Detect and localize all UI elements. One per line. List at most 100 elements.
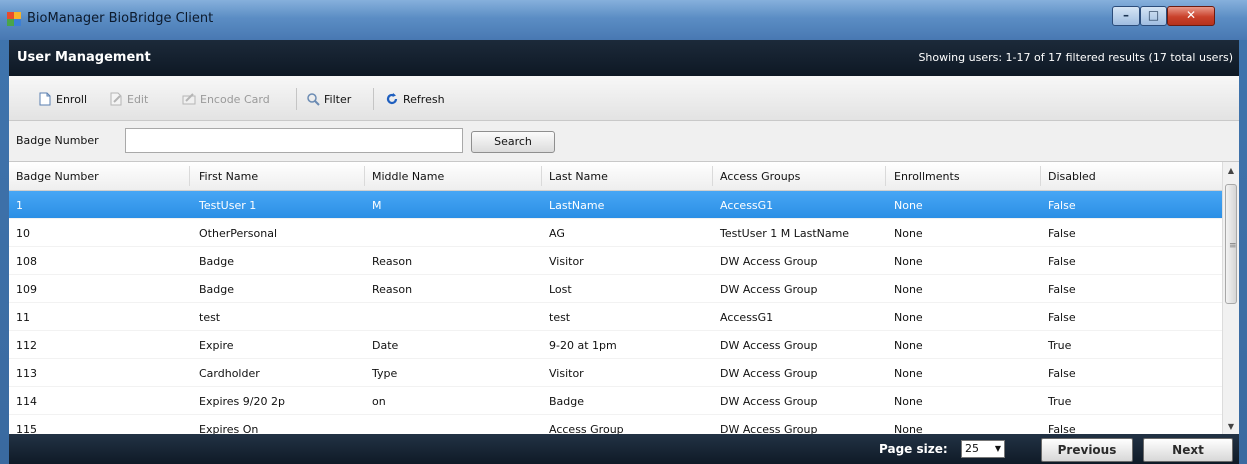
pencil-card-icon xyxy=(182,93,196,105)
column-header-last-name[interactable]: Last Name xyxy=(549,170,608,183)
table-header: Badge Number First Name Middle Name Last… xyxy=(9,162,1222,191)
cell-last-name: Lost xyxy=(549,283,572,296)
cell-middle-name: on xyxy=(372,395,386,408)
cell-last-name: Visitor xyxy=(549,255,584,268)
column-divider[interactable] xyxy=(712,166,713,186)
scroll-down-arrow-icon[interactable]: ▼ xyxy=(1223,418,1239,435)
cell-disabled: True xyxy=(1048,395,1072,408)
cell-last-name: 9-20 at 1pm xyxy=(549,339,617,352)
edit-button[interactable]: Edit xyxy=(109,89,148,109)
cell-first-name: Expires 9/20 2p xyxy=(199,395,285,408)
table-row[interactable]: 113 Cardholder Type Visitor DW Access Gr… xyxy=(9,359,1222,387)
cell-middle-name: Reason xyxy=(372,283,413,296)
cell-badge-number: 114 xyxy=(16,395,37,408)
cell-enrollments: None xyxy=(894,367,923,380)
cell-badge-number: 108 xyxy=(16,255,37,268)
badge-number-label: Badge Number xyxy=(16,134,99,147)
table-row[interactable]: 1 TestUser 1 M LastName AccessG1 None Fa… xyxy=(9,191,1222,219)
cell-last-name: test xyxy=(549,311,571,324)
page-title: User Management xyxy=(17,50,151,65)
users-table: Badge Number First Name Middle Name Last… xyxy=(9,161,1239,443)
title-bar[interactable]: BioManager BioBridge Client – □ ✕ xyxy=(0,0,1247,40)
table-row[interactable]: 108 Badge Reason Visitor DW Access Group… xyxy=(9,247,1222,275)
refresh-button[interactable]: Refresh xyxy=(385,89,445,109)
minimize-button[interactable]: – xyxy=(1112,6,1140,26)
column-header-badge-number[interactable]: Badge Number xyxy=(16,170,99,183)
cell-disabled: False xyxy=(1048,311,1076,324)
cell-badge-number: 112 xyxy=(16,339,37,352)
previous-button[interactable]: Previous xyxy=(1041,438,1133,462)
edit-document-icon xyxy=(110,92,122,106)
column-header-disabled[interactable]: Disabled xyxy=(1048,170,1096,183)
refresh-label: Refresh xyxy=(403,92,445,106)
cell-last-name: Badge xyxy=(549,395,585,408)
column-divider[interactable] xyxy=(1040,166,1041,186)
toolbar: Enroll Edit Encode Card Filter Refresh xyxy=(9,76,1239,121)
cell-access-groups: DW Access Group xyxy=(720,395,818,408)
filter-button[interactable]: Filter xyxy=(306,89,351,109)
cell-enrollments: None xyxy=(894,227,923,240)
filter-label: Filter xyxy=(324,92,352,106)
table-row[interactable]: 10 OtherPersonal AG TestUser 1 M LastNam… xyxy=(9,219,1222,247)
toolbar-divider xyxy=(296,88,297,110)
cell-middle-name: Date xyxy=(372,339,399,352)
cell-first-name: Expire xyxy=(199,339,234,352)
cell-first-name: test xyxy=(199,311,221,324)
toolbar-divider xyxy=(373,88,374,110)
column-header-enrollments[interactable]: Enrollments xyxy=(894,170,960,183)
table-row[interactable]: 114 Expires 9/20 2p on Badge DW Access G… xyxy=(9,387,1222,415)
maximize-button[interactable]: □ xyxy=(1140,6,1167,26)
cell-last-name: LastName xyxy=(549,199,605,212)
column-divider[interactable] xyxy=(885,166,886,186)
cell-enrollments: None xyxy=(894,311,923,324)
encode-card-button[interactable]: Encode Card xyxy=(182,89,270,109)
cell-badge-number: 10 xyxy=(16,227,30,240)
cell-enrollments: None xyxy=(894,255,923,268)
encode-card-label: Encode Card xyxy=(200,92,270,106)
column-divider[interactable] xyxy=(364,166,365,186)
cell-first-name: OtherPersonal xyxy=(199,227,277,240)
cell-middle-name: Reason xyxy=(372,255,413,268)
cell-first-name: Badge xyxy=(199,283,235,296)
cell-badge-number: 11 xyxy=(16,311,30,324)
vertical-scrollbar[interactable]: ▲ ≡ ▼ xyxy=(1222,162,1239,435)
search-button[interactable]: Search xyxy=(471,131,555,153)
column-divider[interactable] xyxy=(541,166,542,186)
refresh-icon xyxy=(386,93,398,105)
search-bar: Badge Number Search xyxy=(9,121,1239,161)
cell-disabled: False xyxy=(1048,283,1076,296)
scroll-up-arrow-icon[interactable]: ▲ xyxy=(1223,162,1239,179)
table-row[interactable]: 109 Badge Reason Lost DW Access Group No… xyxy=(9,275,1222,303)
table-body: 1 TestUser 1 M LastName AccessG1 None Fa… xyxy=(9,191,1222,443)
cell-badge-number: 1 xyxy=(16,199,23,212)
page-size-value: 25 xyxy=(965,442,979,455)
cell-first-name: Cardholder xyxy=(199,367,260,380)
cell-first-name: TestUser 1 xyxy=(199,199,257,212)
edit-label: Edit xyxy=(127,92,149,106)
page-size-select[interactable]: 25 ▼ xyxy=(961,440,1005,458)
next-button[interactable]: Next xyxy=(1143,438,1233,462)
table-row[interactable]: 112 Expire Date 9-20 at 1pm DW Access Gr… xyxy=(9,331,1222,359)
cell-disabled: False xyxy=(1048,255,1076,268)
column-header-middle-name[interactable]: Middle Name xyxy=(372,170,444,183)
cell-enrollments: None xyxy=(894,283,923,296)
results-summary: Showing users: 1-17 of 17 filtered resul… xyxy=(918,51,1233,64)
cell-disabled: True xyxy=(1048,339,1072,352)
enroll-label: Enroll xyxy=(56,92,88,106)
window-title: BioManager BioBridge Client xyxy=(27,11,214,26)
enroll-button[interactable]: Enroll xyxy=(38,89,87,109)
cell-access-groups: AccessG1 xyxy=(720,311,774,324)
cell-disabled: False xyxy=(1048,199,1076,212)
column-header-access-groups[interactable]: Access Groups xyxy=(720,170,800,183)
close-button[interactable]: ✕ xyxy=(1167,6,1215,26)
badge-number-input[interactable] xyxy=(125,128,463,153)
scrollbar-thumb[interactable]: ≡ xyxy=(1225,184,1237,304)
table-row[interactable]: 11 test test AccessG1 None False xyxy=(9,303,1222,331)
app-window: BioManager BioBridge Client – □ ✕ User M… xyxy=(0,0,1247,464)
page-header: User Management Showing users: 1-17 of 1… xyxy=(9,40,1239,76)
grip-icon: ≡ xyxy=(1229,241,1237,251)
cell-access-groups: TestUser 1 M LastName xyxy=(720,227,850,240)
column-divider[interactable] xyxy=(189,166,190,186)
column-header-first-name[interactable]: First Name xyxy=(199,170,258,183)
cell-last-name: Visitor xyxy=(549,367,584,380)
